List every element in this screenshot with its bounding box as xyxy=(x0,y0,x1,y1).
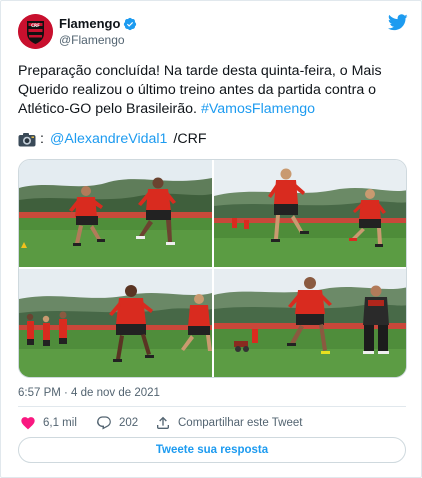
reply-count: 202 xyxy=(119,417,139,429)
tweet-timestamp[interactable]: 6:57 PM · 4 de nov de 2021 xyxy=(18,386,160,400)
tweet-body: Preparação concluída! Na tarde desta qui… xyxy=(18,62,410,119)
share-icon xyxy=(157,416,169,429)
photo-3[interactable] xyxy=(19,269,212,377)
tweet-reply-button[interactable]: Tweete sua resposta xyxy=(18,437,406,463)
tweet-body-text: Preparação concluída! Na tarde desta qui… xyxy=(18,63,382,117)
hashtag-link[interactable]: #VamosFlamengo xyxy=(201,101,315,117)
photo-4[interactable] xyxy=(214,269,406,377)
reply-bubble-icon xyxy=(96,416,111,430)
credit-mention-link[interactable]: @AlexandreVidal1 xyxy=(50,130,167,149)
photo-1[interactable] xyxy=(19,160,212,267)
photo-grid xyxy=(18,159,407,378)
author-names[interactable]: Flamengo @Flamengo xyxy=(59,16,137,48)
camera-icon xyxy=(18,132,36,147)
share-label: Compartilhar este Tweet xyxy=(178,417,303,429)
tweet-text: Preparação concluída! Na tarde desta qui… xyxy=(18,62,410,119)
tweet-actions: 6,1 mil 202 Compartilhar este Tweet xyxy=(18,413,408,433)
photo-2[interactable] xyxy=(214,160,406,267)
reply-button[interactable]: 202 xyxy=(96,413,138,433)
svg-text:CRF: CRF xyxy=(31,23,40,28)
share-button[interactable]: Compartilhar este Tweet xyxy=(155,413,302,433)
heart-icon xyxy=(21,417,35,430)
verified-badge-icon xyxy=(123,17,137,31)
divider xyxy=(18,406,406,407)
tweet-header: CRF Flamengo @Flamengo xyxy=(18,14,408,50)
twitter-bird-icon[interactable] xyxy=(387,14,408,31)
credit-separator: : xyxy=(40,131,44,147)
credit-suffix: /CRF xyxy=(169,131,207,147)
like-count: 6,1 mil xyxy=(43,417,77,429)
photo-credit: : @AlexandreVidal1 /CRF xyxy=(18,130,206,149)
author-handle[interactable]: @Flamengo xyxy=(59,32,137,48)
author-display-name[interactable]: Flamengo xyxy=(59,16,120,32)
tweet-card: CRF Flamengo @Flamengo Preparação conclu… xyxy=(0,0,422,478)
like-button[interactable]: 6,1 mil xyxy=(20,413,77,433)
author-display-name-row[interactable]: Flamengo xyxy=(59,16,137,32)
avatar[interactable]: CRF xyxy=(18,14,53,49)
